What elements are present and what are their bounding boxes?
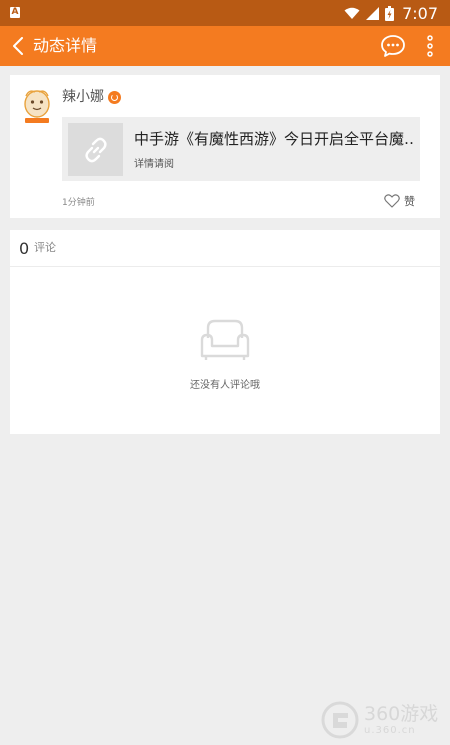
chat-bubble-icon [381, 35, 405, 57]
heart-outline-icon [384, 194, 400, 208]
shared-link-card[interactable]: 中手游《有魔性西游》今日开启全平台魔… 详情请阅 [62, 117, 420, 181]
comment-button[interactable] [380, 34, 406, 58]
link-thumbnail [68, 123, 123, 176]
more-menu-button[interactable] [421, 34, 439, 58]
battery-icon [385, 5, 395, 21]
link-icon [84, 137, 107, 162]
post-timestamp: 1分钟前 [62, 198, 95, 208]
watermark-domain: u.360.cn [364, 724, 416, 736]
page-title: 动态详情 [33, 36, 98, 55]
link-subtitle: 详情请阅 [134, 159, 174, 170]
verified-badge-icon [108, 91, 121, 104]
divider [10, 266, 440, 267]
mascot-avatar-icon [24, 90, 50, 123]
post-card: 辣小娜 中手游《有魔性西游》今日开启全平台魔… 详情请阅 1分钟前 赞 [10, 75, 440, 218]
username[interactable]: 辣小娜 [62, 88, 104, 106]
game-logo-icon [321, 701, 359, 739]
chevron-left-icon [13, 37, 23, 55]
comment-label: 评论 [34, 241, 56, 254]
empty-state-illustration [196, 318, 254, 362]
sofa-icon [200, 319, 250, 360]
wifi-icon [344, 7, 360, 19]
watermark: 360游戏 u.360.cn [320, 700, 448, 740]
comments-section: 0 评论 还没有人评论哦 [10, 230, 440, 434]
notification-app-icon: A [10, 7, 20, 18]
clock-time: 7:07 [402, 3, 438, 23]
like-label: 赞 [404, 195, 415, 208]
like-button[interactable]: 赞 [384, 192, 415, 210]
signal-icon [366, 6, 380, 20]
avatar[interactable] [20, 87, 54, 125]
more-vertical-icon [427, 35, 433, 57]
link-title: 中手游《有魔性西游》今日开启全平台魔… [134, 130, 414, 148]
app-header: 动态详情 [0, 26, 450, 66]
back-button[interactable] [6, 32, 30, 60]
status-bar: A 7:07 [0, 0, 450, 26]
comment-count: 0 [19, 239, 30, 258]
system-icons: 7:07 [344, 3, 438, 23]
watermark-brand: 360游戏 [364, 702, 439, 725]
empty-state-text: 还没有人评论哦 [190, 380, 260, 391]
